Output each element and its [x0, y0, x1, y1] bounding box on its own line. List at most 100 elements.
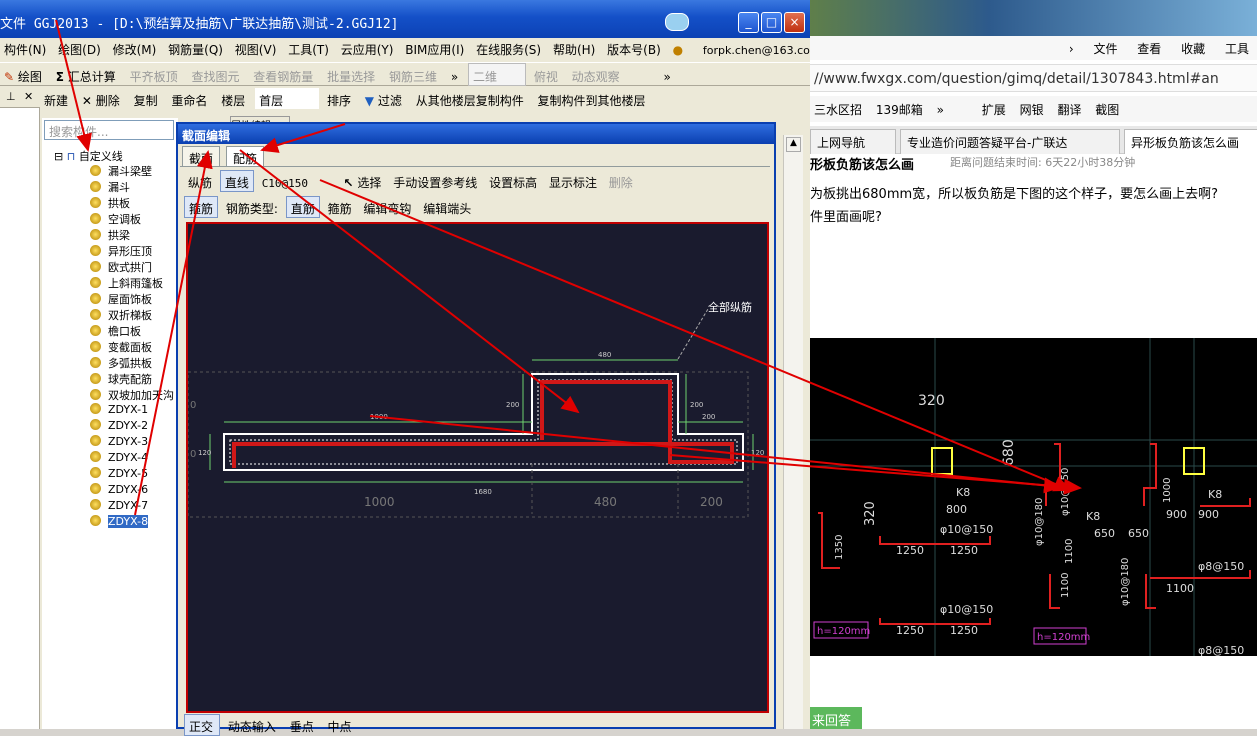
menu-rebar-qty[interactable]: 钢筋量(Q) [164, 38, 227, 58]
tree-item[interactable]: 多弧拱板 [90, 355, 152, 371]
translate-button[interactable]: 翻译 [1053, 96, 1087, 118]
tree-item[interactable]: 拱梁 [90, 227, 130, 243]
user-email[interactable]: forpk.chen@163.com [699, 41, 810, 57]
menu-bim[interactable]: BIM应用(I) [401, 38, 468, 58]
menu-online[interactable]: 在线服务(S) [472, 38, 545, 58]
extensions-button[interactable]: 扩展 [978, 96, 1012, 118]
new-button[interactable]: 新建 [40, 88, 74, 109]
question-image[interactable]: 320 680 K8 800 φ10@150 1250 1250 1350 32… [810, 338, 1257, 657]
tree-item[interactable]: 双折梯板 [90, 307, 152, 323]
user-avatar-icon[interactable]: ● [669, 40, 687, 57]
screenshot-button[interactable]: 截图 [1091, 96, 1125, 118]
browser-menu-favorites[interactable]: 收藏 [1173, 36, 1213, 57]
netbank-button[interactable]: 网银 [1016, 96, 1050, 118]
find-element-button[interactable]: 查找图元 [187, 64, 245, 85]
browser-menu-file[interactable]: 文件 [1085, 36, 1125, 57]
browser-tab-1[interactable]: 上网导航 [810, 129, 896, 154]
spec-select[interactable]: C10@150 [258, 174, 336, 190]
tree-item[interactable]: 檐口板 [90, 323, 141, 339]
select-button[interactable]: ↖ 选择 [340, 171, 386, 191]
close-button[interactable]: × [784, 12, 805, 33]
tab-section[interactable]: 截面 [182, 146, 221, 166]
bookmark-1[interactable]: 三水区招 [810, 96, 868, 118]
copy-to-floor-button[interactable]: 复制构件到其他楼层 [534, 88, 652, 109]
perp-snap-toggle[interactable]: 垂点 [286, 715, 320, 735]
pin-icon[interactable]: ⊥ [6, 90, 16, 103]
floor-select[interactable]: 首层 [255, 88, 320, 109]
menu-view[interactable]: 视图(V) [231, 38, 281, 58]
rebar-3d-button[interactable]: 钢筋三维 [385, 64, 443, 85]
more-icon[interactable]: » [933, 98, 950, 117]
dynamic-input-toggle[interactable]: 动态输入 [224, 715, 282, 735]
tree-item[interactable]: ZDYX-7 [90, 499, 148, 512]
chevron-right-icon[interactable]: › [1061, 38, 1082, 56]
tree-item[interactable]: ZDYX-3 [90, 435, 148, 448]
stirrup-type-button[interactable]: 箍筋 [324, 197, 356, 217]
address-bar[interactable]: //www.fwxgx.com/question/gimq/detail/130… [810, 64, 1257, 92]
longitudinal-button[interactable]: 纵筋 [184, 171, 216, 191]
minimize-button[interactable]: _ [738, 12, 759, 33]
tree-item[interactable]: 拱板 [90, 195, 130, 211]
browser-tab-2[interactable]: 专业造价问题答疑平台-广联达 [900, 129, 1120, 154]
ortho-toggle[interactable]: 正交 [184, 714, 221, 736]
mode-2d-select[interactable]: 二维 [468, 63, 526, 86]
menu-modify[interactable]: 修改(M) [109, 38, 161, 58]
straight-bar-button[interactable]: 直筋 [285, 196, 320, 218]
tree-root[interactable]: ⊟ ⊓ 自定义线 [54, 148, 123, 164]
menu-version[interactable]: 版本号(B) [603, 38, 665, 58]
delete-rebar-button[interactable]: 删除 [605, 171, 637, 191]
set-elevation-button[interactable]: 设置标高 [485, 171, 541, 191]
flush-slab-button[interactable]: 平齐板顶 [126, 64, 184, 85]
menu-cloud[interactable]: 云应用(Y) [337, 38, 398, 58]
tree-item[interactable]: 屋面饰板 [90, 291, 152, 307]
show-label-button[interactable]: 显示标注 [545, 171, 601, 191]
tree-item[interactable]: 漏斗 [90, 179, 130, 195]
sort-button[interactable]: 排序 [323, 88, 357, 109]
url-text[interactable]: //www.fwxgx.com/question/gimq/detail/130… [814, 71, 1219, 87]
menu-component[interactable]: 构件(N) [0, 38, 50, 58]
draw-button[interactable]: ✎ 绘图 [0, 64, 48, 85]
section-drawing[interactable]: 全部纵筋 480 200 200 200 1000 1680 120 120 0… [187, 224, 767, 711]
tree-item[interactable]: 变截面板 [90, 339, 152, 355]
tree-item[interactable]: 球壳配筋 [90, 371, 152, 387]
scrollbar[interactable]: ▲ [783, 135, 803, 729]
copy-from-floor-button[interactable]: 从其他楼层复制构件 [412, 88, 530, 109]
tree-item[interactable]: 漏斗梁壁 [90, 163, 152, 179]
overflow-icon-2[interactable]: » [660, 66, 677, 84]
search-input[interactable]: 搜索构件... [44, 120, 174, 140]
filter-button[interactable]: ▼ 过滤 [361, 88, 408, 109]
answer-button[interactable]: 来回答 [810, 707, 862, 729]
scroll-up-icon[interactable]: ▲ [786, 137, 801, 152]
line-button[interactable]: 直线 [219, 170, 254, 192]
top-view-button[interactable]: 俯视 [530, 64, 564, 85]
bookmark-2[interactable]: 139邮箱 [872, 96, 929, 118]
collapse-icon[interactable]: ⊟ [54, 150, 63, 163]
maximize-button[interactable]: □ [761, 12, 782, 33]
rename-button[interactable]: 重命名 [167, 88, 213, 109]
browser-tab-3[interactable]: 异形板负筋该怎么画 [1124, 129, 1257, 154]
dynamic-view-button[interactable]: 动态观察 [568, 64, 626, 85]
close-panel-icon[interactable]: ✕ [24, 90, 33, 103]
edit-hook-button[interactable]: 编辑弯钩 [359, 197, 415, 217]
mid-snap-toggle[interactable]: 中点 [324, 715, 358, 735]
tree-item[interactable]: ZDYX-6 [90, 483, 148, 496]
tree-item[interactable]: 异形压顶 [90, 243, 152, 259]
browser-menu-tools[interactable]: 工具 [1217, 36, 1257, 57]
stirrup-button[interactable]: 箍筋 [184, 196, 219, 218]
copy-button[interactable]: 复制 [130, 88, 164, 109]
tree-item[interactable]: 空调板 [90, 211, 141, 227]
tab-rebar[interactable]: 配筋 [226, 146, 265, 166]
batch-select-button[interactable]: 批量选择 [323, 64, 381, 85]
view-rebar-button[interactable]: 查看钢筋量 [249, 64, 319, 85]
tree-item[interactable]: ZDYX-2 [90, 419, 148, 432]
menu-draw[interactable]: 绘图(D) [54, 38, 105, 58]
browser-menu-view[interactable]: 查看 [1129, 36, 1169, 57]
tree-item[interactable]: 欧式拱门 [90, 259, 152, 275]
menu-help[interactable]: 帮助(H) [549, 38, 599, 58]
tree-item[interactable]: ZDYX-8 [90, 515, 149, 528]
tree-item[interactable]: ZDYX-5 [90, 467, 148, 480]
delete-button[interactable]: ✕ 删除 [78, 88, 126, 109]
drawing-canvas[interactable]: 全部纵筋 480 200 200 200 1000 1680 120 120 0… [186, 222, 769, 713]
sum-calc-button[interactable]: Σ 汇总计算 [52, 64, 122, 85]
app-status-icon[interactable] [665, 13, 689, 31]
